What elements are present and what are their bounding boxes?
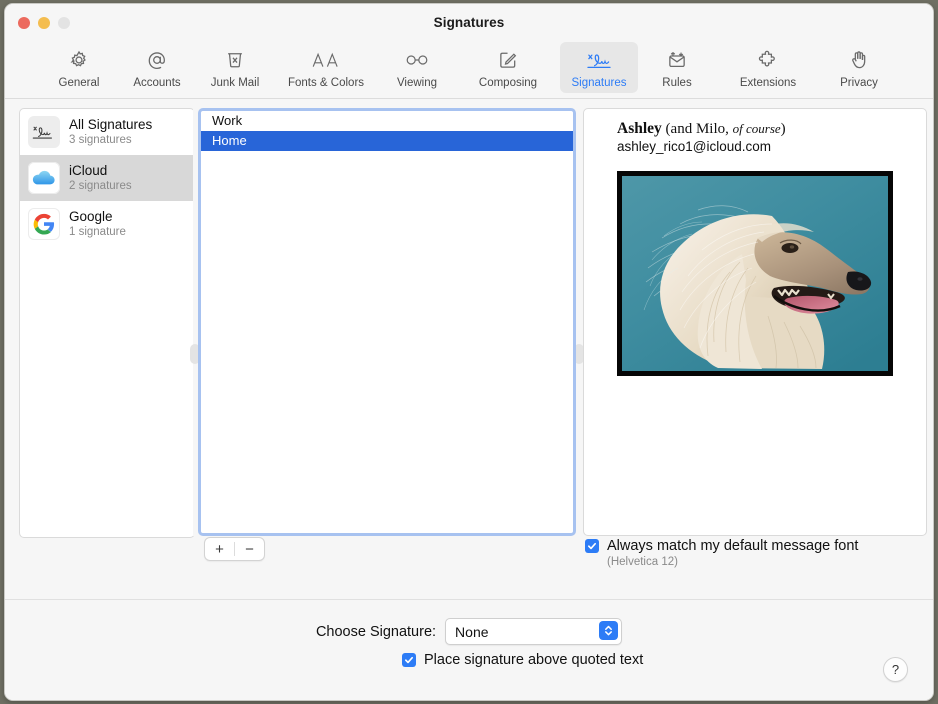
hand-raised-icon [848, 46, 870, 74]
signature-list[interactable]: Work Home [198, 108, 576, 536]
toolbar-tab-privacy[interactable]: Privacy [820, 42, 898, 93]
sidebar-item-text: Google 1 signature [69, 209, 126, 239]
sidebar-item-all-signatures[interactable]: All Signatures 3 signatures [20, 109, 194, 155]
splitter-left[interactable] [190, 108, 200, 536]
account-signature-count: 1 signature [69, 225, 126, 238]
match-default-font-option[interactable]: Always match my default message font (He… [585, 537, 858, 568]
toolbar-tab-viewing[interactable]: Viewing [378, 42, 456, 93]
signature-list-item-work[interactable]: Work [201, 111, 573, 131]
choose-signature-popup[interactable]: None [445, 618, 623, 645]
bottom-options-bar: Choose Signature: None Place signature a… [5, 599, 933, 700]
toolbar-tab-composing[interactable]: Composing [456, 42, 560, 93]
afghan-hound-photo [617, 171, 893, 376]
match-default-font-checkbox[interactable] [585, 539, 599, 553]
window-title: Signatures [433, 15, 505, 30]
account-name: Google [69, 209, 113, 225]
toolbar-tab-accounts[interactable]: Accounts [118, 42, 196, 93]
toolbar-tab-general[interactable]: General [40, 42, 118, 93]
puzzle-piece-icon [756, 46, 780, 74]
compose-pencil-icon [497, 46, 519, 74]
accounts-sidebar: All Signatures 3 signatures iCloud 2 sig… [19, 108, 195, 538]
chevron-up-down-icon [599, 621, 619, 640]
toolbar-tab-label: Accounts [133, 77, 181, 89]
sidebar-item-icloud[interactable]: iCloud 2 signatures [20, 155, 194, 201]
place-signature-label: Place signature above quoted text [424, 652, 644, 668]
glasses-icon [404, 46, 430, 74]
signature-name-rest: (and Milo, [661, 121, 733, 137]
add-signature-button[interactable]: + [205, 538, 234, 560]
at-sign-icon [146, 46, 168, 74]
signature-list-item-home[interactable]: Home [201, 131, 573, 151]
choose-signature-row: Choose Signature: None [5, 618, 933, 645]
title-bar: Signatures [5, 4, 933, 42]
match-default-font-label: Always match my default message font [607, 538, 859, 554]
place-signature-option[interactable]: Place signature above quoted text [402, 652, 643, 668]
signature-name-line: Ashley (and Milo, of course) [617, 120, 926, 138]
toolbar-tab-label: Privacy [840, 77, 878, 89]
toolbar-tab-junk-mail[interactable]: Junk Mail [196, 42, 274, 93]
toolbar-tab-label: General [58, 77, 100, 89]
signatures-pane: All Signatures 3 signatures iCloud 2 sig… [5, 99, 933, 599]
toolbar-tab-label: Rules [662, 77, 692, 89]
signature-name-bold: Ashley [617, 120, 662, 137]
toolbar-tab-extensions[interactable]: Extensions [716, 42, 820, 93]
sidebar-item-google[interactable]: Google 1 signature [20, 201, 194, 247]
google-icon [28, 208, 60, 240]
splitter-right[interactable] [574, 108, 584, 536]
toolbar-tab-label: Extensions [739, 77, 797, 89]
signature-preview[interactable]: Ashley (and Milo, of course) ashley_rico… [583, 108, 927, 536]
help-button[interactable]: ? [883, 657, 908, 682]
icloud-icon [28, 162, 60, 194]
aa-text-icon [311, 46, 341, 74]
signature-name-close: ) [780, 121, 786, 137]
signature-add-remove-controls[interactable]: + − [204, 537, 265, 561]
preferences-toolbar: General Accounts Junk Mail Fonts & Color… [5, 42, 933, 99]
account-signature-count: 2 signatures [69, 179, 132, 192]
account-name: iCloud [69, 163, 108, 179]
match-default-font-text: Always match my default message font (He… [607, 537, 858, 568]
sidebar-item-text: iCloud 2 signatures [69, 163, 132, 193]
choose-signature-value: None [455, 623, 489, 640]
account-name: All Signatures [69, 117, 153, 133]
signature-email-line: ashley_rico1@icloud.com [617, 139, 772, 154]
signature-icon [28, 116, 60, 148]
choose-signature-label: Choose Signature: [315, 623, 437, 640]
toolbar-tab-label: Signatures [571, 77, 627, 89]
signature-name-italic: of course [732, 121, 781, 136]
toolbar-tab-rules[interactable]: Rules [638, 42, 716, 93]
match-default-font-sublabel: (Helvetica 12) [607, 556, 678, 569]
toolbar-tab-label: Viewing [396, 77, 438, 89]
envelope-arrows-icon [666, 46, 688, 74]
remove-signature-button[interactable]: − [235, 538, 264, 560]
sidebar-item-text: All Signatures 3 signatures [69, 117, 152, 147]
toolbar-tab-label: Fonts & Colors [287, 77, 365, 89]
toolbar-tab-signatures[interactable]: Signatures [560, 42, 638, 93]
trash-x-icon [224, 46, 246, 74]
place-signature-checkbox[interactable] [402, 653, 416, 667]
toolbar-tab-label: Composing [478, 77, 538, 89]
preferences-window: Signatures General Accounts Junk Mail Fo… [4, 3, 934, 701]
toolbar-tab-label: Junk Mail [210, 77, 260, 89]
gear-icon [68, 46, 90, 74]
signature-icon [584, 46, 614, 74]
toolbar-tab-fonts-colors[interactable]: Fonts & Colors [274, 42, 378, 93]
screenshot-root: Signatures General Accounts Junk Mail Fo… [0, 0, 938, 704]
account-signature-count: 3 signatures [69, 133, 132, 146]
